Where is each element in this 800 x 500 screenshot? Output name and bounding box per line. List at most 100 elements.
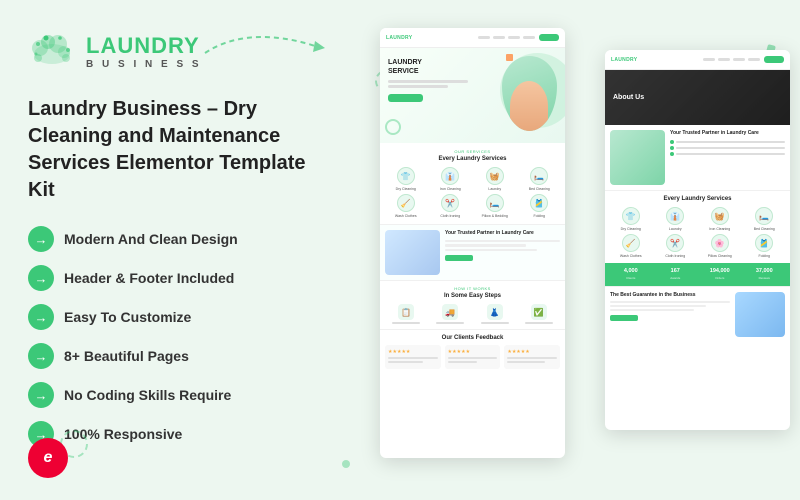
stars: ★★★★★ [507,349,557,355]
stat-number: 4,000 [610,269,652,275]
arrow-icon-4 [28,382,54,408]
service-label: Dry Cleaning [396,187,416,191]
trusted-button [445,255,473,261]
stars: ★★★★★ [448,349,498,355]
stat-label: Awards [655,276,697,280]
feedback-text [388,357,438,359]
deco-arrow [195,28,345,63]
mockup-secondary: LAUNDRY About Us Your Trusted [605,50,790,430]
logo-icon [28,28,76,76]
feedback-text [507,361,544,363]
mockup-services-section: OUR SERVICES Every Laundry Services 👕 Dr… [380,143,565,225]
mockup-nav: LAUNDRY [380,28,565,48]
feedback-text [507,357,557,359]
service-item: 🧹 Wash Clothes [385,194,427,218]
service-icon: 🧹 [397,194,415,212]
nav-link [748,58,760,61]
guarantee-section: The Best Guarantee in the Business [605,286,790,342]
service-icon: 🧹 [622,234,640,252]
service-item: 🎽 Folding [519,194,561,218]
secondary-about-content: Your Trusted Partner in Laundry Care [605,125,790,190]
service-item: 🧺 Iron Cleaning [699,207,741,231]
services-grid: 👕 Dry Cleaning 👔 Iron Cleaning 🧺 Laundry… [385,167,560,218]
nav-link [508,36,520,39]
stat-label: Orders [699,276,741,280]
service-label: Iron Cleaning [440,187,461,191]
stars: ★★★★★ [388,349,438,355]
step-text [525,322,553,324]
elementor-letter: e [44,449,53,467]
about-item-text [676,141,785,143]
arrow-icon-0 [28,226,54,252]
mockup-hero: LAUNDRYSERVICE [380,48,565,143]
services-label: OUR SERVICES [385,149,560,154]
about-list-item [670,140,785,144]
deco-orange-square [506,54,513,61]
service-label: Dry Cleaning [621,227,641,231]
about-right-content: Your Trusted Partner in Laundry Care [670,130,785,185]
feature-label-3: 8+ Beautiful Pages [64,348,189,364]
hero-circle-deco [385,119,401,135]
mockup-nav-logo: LAUNDRY [386,35,412,41]
service-icon: 🧺 [711,207,729,225]
hero-cta-button [388,94,423,102]
main-container: LAUNDRY B U S I N E S S Laundry Business… [0,0,800,500]
trusted-image [385,230,440,275]
guarantee-line [610,305,706,307]
arrow-icon-3 [28,343,54,369]
service-icon: 🎽 [530,194,548,212]
logo-text-group: LAUNDRY B U S I N E S S [86,35,202,70]
nav-link [703,58,715,61]
feature-label-1: Header & Footer Included [64,270,234,286]
secondary-services: Every Laundry Services 👕 Dry Cleaning 👔 … [605,190,790,263]
service-icon: 👔 [441,167,459,185]
nav-link [523,36,535,39]
service-icon: 👔 [666,207,684,225]
steps-grid: 📋 🚚 👗 ✅ [385,304,560,324]
about-list [670,140,785,156]
stat-item: 167 Awards [655,269,697,280]
service-label: Cloth Ironing [665,254,685,258]
trusted-title: Your Trusted Partner in Laundry Care [445,230,560,237]
feedback-card: ★★★★★ [385,345,441,369]
feature-item: Modern And Clean Design [28,226,330,252]
nav-cta-button [539,34,559,41]
nav-link [718,58,730,61]
guarantee-lines [610,301,730,311]
trusted-lines [445,240,560,252]
service-label: Pillow & Bedding [482,214,508,218]
feedback-card: ★★★★★ [504,345,560,369]
step-text [436,322,464,324]
mockup-steps-section: HOW IT WORKS In Some Easy Steps 📋 🚚 👗 [380,281,565,330]
feedback-text [448,361,478,363]
arrow-icon-1 [28,265,54,291]
service-icon: ✂️ [441,194,459,212]
mockup-trusted-section: Your Trusted Partner in Laundry Care [380,225,565,281]
stat-number: 194,000 [699,269,741,275]
service-label: Folding [759,254,770,258]
stat-label: Reviews [744,276,786,280]
secondary-nav-links [703,58,760,61]
feature-item: No Coding Skills Require [28,382,330,408]
service-item: 🧺 Laundry [474,167,516,191]
about-item-text [676,153,785,155]
logo-name: LAUNDRY [86,35,202,57]
nav-link [493,36,505,39]
about-hero: About Us [605,70,790,125]
secondary-nav: LAUNDRY [605,50,790,70]
stat-label: Clients [610,276,652,280]
service-item: 🛏️ Pillow & Bedding [474,194,516,218]
about-list-item [670,152,785,156]
hero-overlay: About Us [605,70,790,125]
about-title: About Us [613,94,644,101]
main-heading: Laundry Business – Dry Cleaning and Main… [28,96,330,204]
nav-link [478,36,490,39]
services-title: Every Laundry Services [385,156,560,162]
left-panel: LAUNDRY B U S I N E S S Laundry Business… [0,0,360,500]
feedback-cards: ★★★★★ ★★★★★ ★★★★★ [385,345,560,369]
feature-item: Easy To Customize [28,304,330,330]
arrow-icon-2 [28,304,54,330]
step-icon: 👗 [487,304,503,320]
secondary-nav-logo: LAUNDRY [611,57,637,63]
step-text [392,322,420,324]
